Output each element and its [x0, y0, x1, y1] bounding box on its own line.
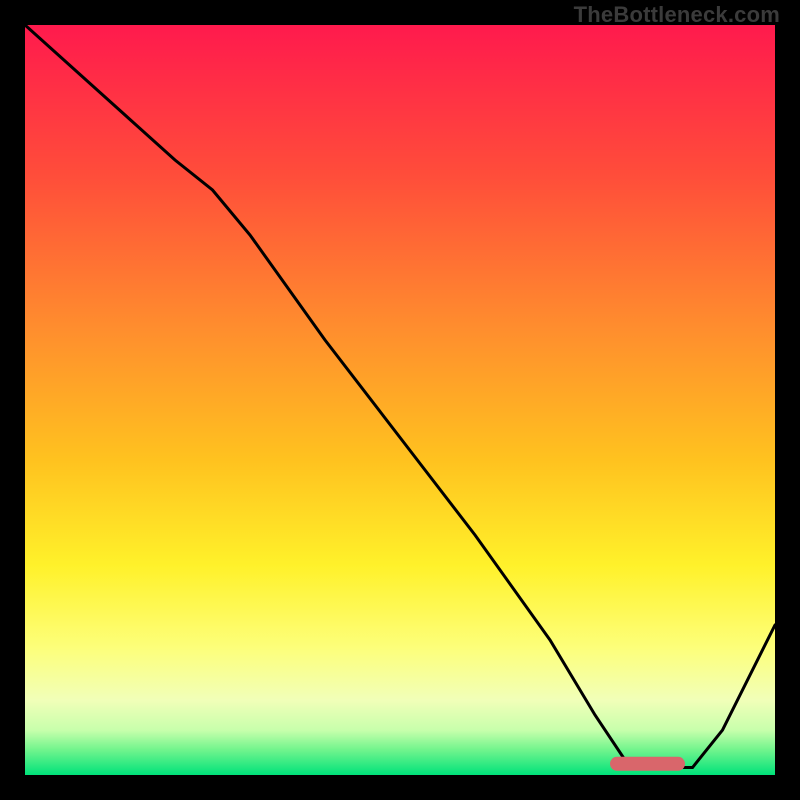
chart-frame: TheBottleneck.com [0, 0, 800, 800]
plot-area [25, 25, 775, 775]
optimal-zone-marker [610, 757, 685, 771]
chart-svg [25, 25, 775, 775]
gradient-background [25, 25, 775, 775]
